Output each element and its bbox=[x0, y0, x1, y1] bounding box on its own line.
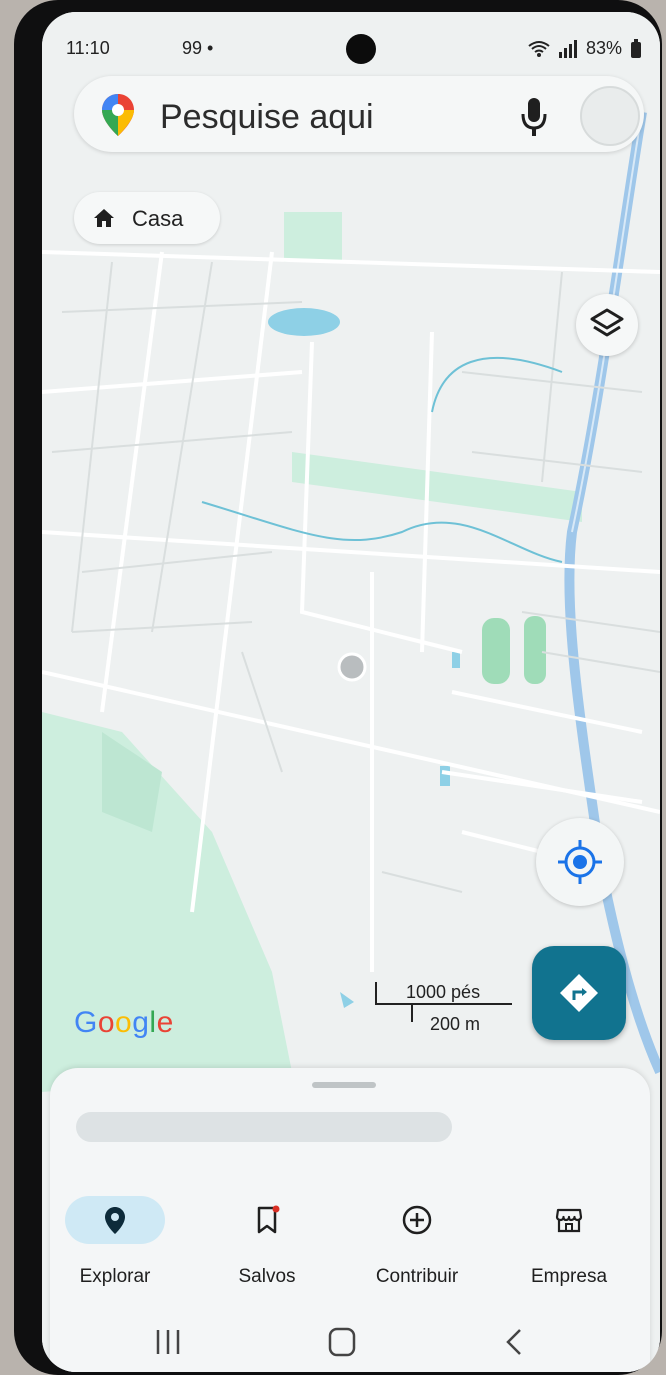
recents-icon bbox=[156, 1330, 180, 1354]
home-nav-button[interactable] bbox=[312, 1316, 372, 1368]
explore-pin-icon bbox=[105, 1207, 125, 1234]
storefront-icon bbox=[555, 1208, 583, 1233]
google-attribution: Google bbox=[74, 1006, 174, 1040]
layers-icon bbox=[590, 308, 624, 337]
scale-feet: 1000 pés bbox=[406, 982, 481, 1002]
map-scale: 1000 pés 200 m bbox=[372, 978, 522, 1038]
back-button[interactable] bbox=[484, 1316, 544, 1368]
phone-frame: 11:10 99 • 83% Pesquise aqui Casa Google… bbox=[14, 0, 662, 1375]
tab-contribuir[interactable]: Contribuir bbox=[362, 1196, 472, 1296]
tab-explorar[interactable]: Explorar bbox=[60, 1196, 170, 1296]
bookmark-icon bbox=[257, 1205, 280, 1234]
scale-meters: 200 m bbox=[430, 1014, 481, 1034]
battery-icon bbox=[631, 38, 641, 58]
home-icon bbox=[94, 209, 114, 227]
wifi-icon bbox=[528, 40, 550, 57]
status-icons: 83% bbox=[528, 38, 642, 59]
search-input[interactable]: Pesquise aqui bbox=[160, 98, 374, 137]
battery-percent: 83% bbox=[585, 38, 622, 58]
microphone-icon[interactable] bbox=[514, 94, 554, 138]
add-circle-icon bbox=[402, 1205, 432, 1235]
my-location-icon bbox=[558, 840, 602, 884]
maps-pin-icon bbox=[102, 94, 134, 136]
account-avatar[interactable] bbox=[580, 86, 640, 146]
status-bar: 11:10 99 • 83% bbox=[42, 12, 660, 82]
tab-empresa-label: Empresa bbox=[530, 1266, 608, 1287]
screen: 11:10 99 • 83% Pesquise aqui Casa Google… bbox=[42, 12, 660, 1372]
signal-icon bbox=[558, 39, 577, 58]
search-bar[interactable]: Pesquise aqui bbox=[74, 76, 644, 152]
home-nav-icon bbox=[328, 1327, 356, 1357]
sheet-drag-handle[interactable] bbox=[312, 1082, 376, 1088]
directions-icon bbox=[560, 974, 598, 1012]
tab-contribuir-label: Contribuir bbox=[375, 1266, 459, 1287]
directions-button[interactable] bbox=[532, 946, 626, 1040]
shortcut-chip-home[interactable]: Casa bbox=[74, 192, 220, 244]
tab-salvos-label: Salvos bbox=[238, 1266, 296, 1287]
my-location-button[interactable] bbox=[536, 818, 624, 906]
tab-empresa[interactable]: Empresa bbox=[514, 1196, 624, 1296]
shortcut-chip-label: Casa bbox=[132, 206, 184, 231]
notification-count: 99 • bbox=[182, 38, 214, 58]
status-time: 11:10 bbox=[66, 38, 110, 58]
google-logo-text: Google bbox=[74, 1006, 174, 1039]
front-camera bbox=[346, 34, 376, 64]
sheet-placeholder-bar bbox=[76, 1112, 452, 1142]
layers-button[interactable] bbox=[576, 294, 638, 356]
back-chevron-icon bbox=[506, 1329, 521, 1355]
tab-explorar-label: Explorar bbox=[79, 1266, 151, 1287]
tab-salvos[interactable]: Salvos bbox=[212, 1196, 322, 1296]
recents-button[interactable] bbox=[138, 1316, 198, 1368]
